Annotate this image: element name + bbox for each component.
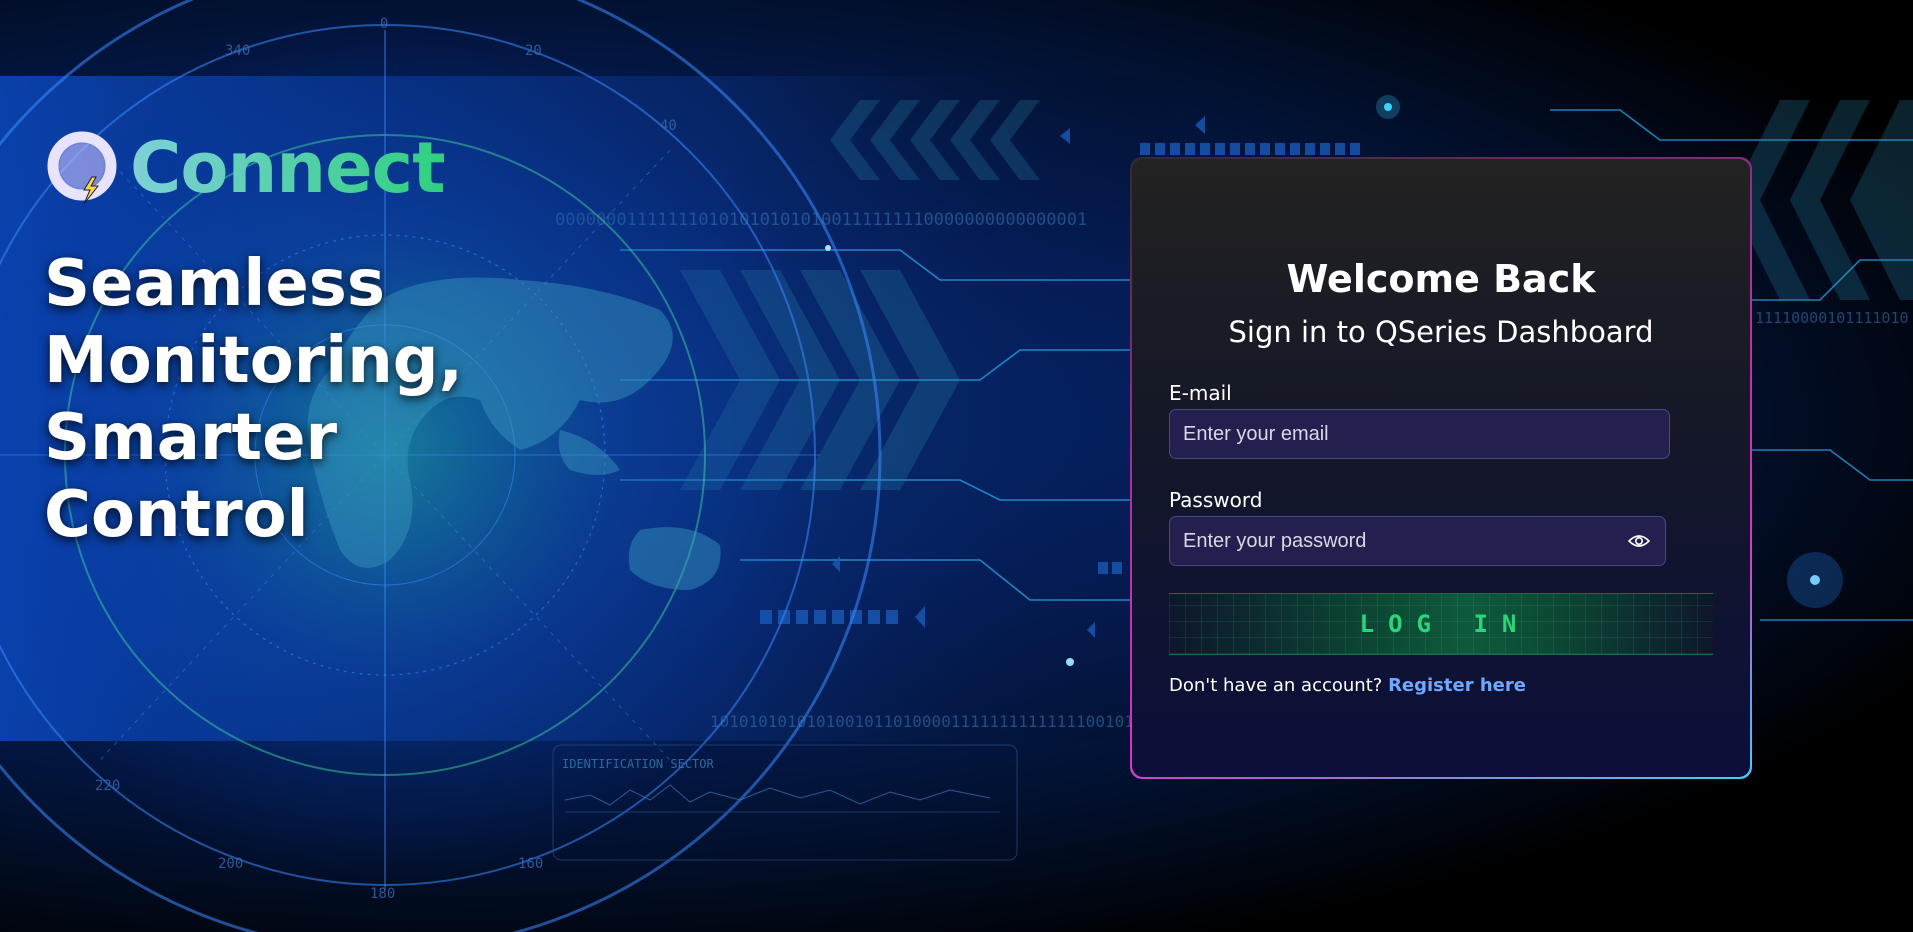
email-field-wrapper bbox=[1169, 409, 1670, 459]
hero-headline: Seamless Monitoring, Smarter Control bbox=[44, 246, 474, 554]
svg-text:0: 0 bbox=[380, 16, 388, 32]
panel-label: IDENTIFICATION SECTOR bbox=[562, 757, 714, 771]
hero-line: Seamless bbox=[44, 247, 385, 321]
login-page: 0000000111111101010101010100111111110000… bbox=[0, 0, 1913, 932]
login-title: Welcome Back bbox=[1286, 257, 1596, 301]
eye-icon[interactable] bbox=[1627, 529, 1651, 553]
register-row: Don't have an account? Register here bbox=[1169, 675, 1526, 696]
password-field-wrapper bbox=[1169, 516, 1666, 566]
login-subtitle: Sign in to QSeries Dashboard bbox=[1228, 315, 1654, 349]
hero-line: Smarter bbox=[44, 401, 338, 475]
register-link[interactable]: Register here bbox=[1388, 675, 1526, 696]
svg-text:40: 40 bbox=[660, 118, 677, 134]
binary-right: 11110000101111010 bbox=[1755, 309, 1909, 327]
login-button[interactable]: LOG IN bbox=[1169, 593, 1713, 655]
password-field[interactable] bbox=[1170, 517, 1627, 565]
hero-line: Monitoring, bbox=[44, 324, 463, 398]
power-ring-icon bbox=[44, 128, 124, 208]
binary-bottom: 1010101010101001011010000111111111111110… bbox=[710, 712, 1153, 731]
svg-text:220: 220 bbox=[95, 778, 120, 794]
svg-text:160: 160 bbox=[518, 856, 543, 872]
brand-name: Connect bbox=[130, 127, 446, 209]
brand-logo: Connect bbox=[44, 127, 446, 209]
password-label: Password bbox=[1169, 488, 1263, 512]
svg-text:340: 340 bbox=[225, 43, 250, 59]
register-prompt: Don't have an account? bbox=[1169, 675, 1383, 696]
email-field[interactable] bbox=[1170, 410, 1669, 458]
svg-text:200: 200 bbox=[218, 856, 243, 872]
email-label: E-mail bbox=[1169, 381, 1232, 405]
svg-text:20: 20 bbox=[525, 43, 542, 59]
svg-text:180: 180 bbox=[370, 886, 395, 902]
hero-line: Control bbox=[44, 478, 309, 552]
login-card-body: Welcome Back Sign in to QSeries Dashboar… bbox=[1132, 159, 1750, 777]
login-card: Welcome Back Sign in to QSeries Dashboar… bbox=[1130, 157, 1752, 779]
